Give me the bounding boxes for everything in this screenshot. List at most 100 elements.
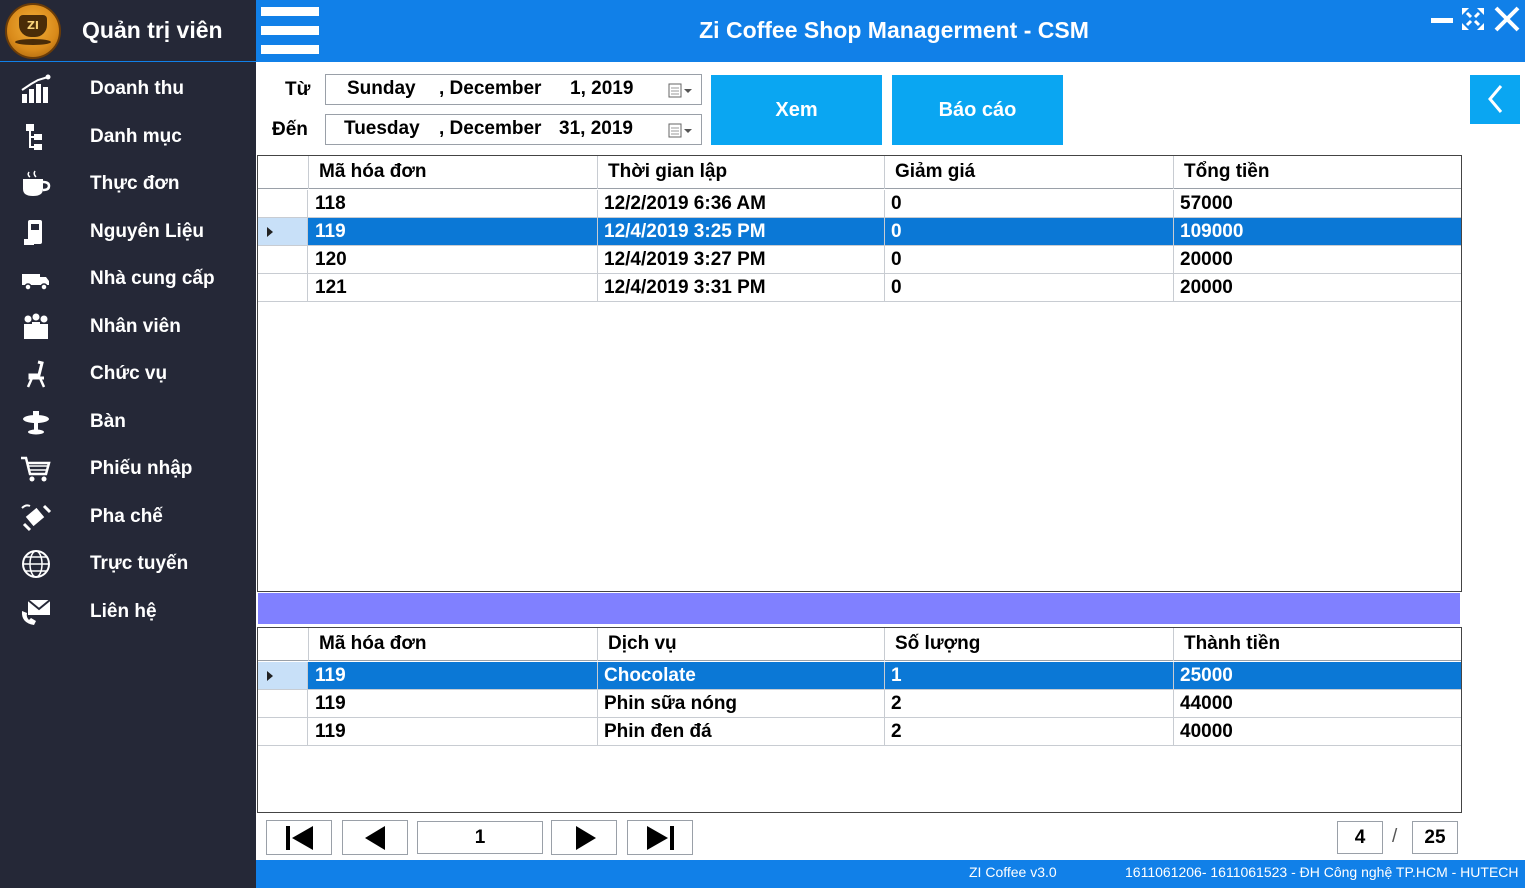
cell-invoice-id: 121 [309, 274, 598, 301]
sidebar-item-phieu-nhap[interactable]: Phiếu nhập [0, 446, 256, 492]
from-day-year: 1, 2019 [570, 78, 634, 99]
table-row[interactable]: 118 12/2/2019 6:36 AM 0 57000 [258, 190, 1461, 218]
cart-icon [18, 454, 54, 484]
collapse-panel-button[interactable] [1470, 75, 1520, 124]
sidebar-item-danh-muc[interactable]: Danh mục [0, 114, 256, 160]
cell-quantity: 2 [885, 690, 1174, 717]
sidebar-item-label: Chức vụ [90, 363, 168, 384]
row-header[interactable] [258, 718, 308, 745]
last-page-button[interactable] [627, 820, 693, 855]
tree-icon [18, 122, 54, 152]
first-page-button[interactable] [266, 820, 332, 855]
sidebar-item-thuc-don[interactable]: Thực đơn [0, 161, 256, 207]
row-header[interactable] [258, 274, 308, 301]
to-weekday: Tuesday [344, 118, 420, 139]
sidebar-item-lien-he[interactable]: Liên hệ [0, 589, 256, 635]
cell-total: 20000 [1180, 249, 1233, 270]
status-bar: ZI Coffee v3.0 1611061206- 1611061523 - … [256, 860, 1525, 888]
sidebar-item-nha-cung-cap[interactable]: Nhà cung cấp [0, 256, 256, 302]
row-header[interactable] [258, 662, 308, 689]
sidebar-item-label: Trực tuyến [90, 553, 189, 574]
close-button[interactable] [1493, 5, 1521, 33]
cell-amount: 25000 [1180, 665, 1233, 686]
table-row[interactable]: 119 Chocolate 1 25000 [258, 662, 1461, 690]
row-header[interactable] [258, 218, 308, 245]
play-right-icon [576, 826, 596, 850]
sidebar-item-label: Danh mục [90, 126, 182, 147]
app-title: Zi Coffee Shop Managerment - CSM [699, 17, 1089, 43]
sidebar-item-nhan-vien[interactable]: Nhân viên [0, 304, 256, 350]
cell-discount: 0 [885, 218, 1174, 245]
sidebar-item-label: Nguyên Liệu [90, 221, 205, 242]
cell-invoice-id: 119 [309, 218, 598, 245]
skip-first-icon [286, 826, 313, 850]
report-button[interactable]: Báo cáo [892, 75, 1063, 145]
column-header[interactable]: Giảm giá [885, 156, 1174, 189]
column-header[interactable]: Mã hóa đơn [309, 628, 598, 661]
chevron-left-icon [1488, 85, 1503, 113]
cell-discount: 0 [885, 246, 1174, 273]
from-weekday: Sunday [347, 78, 416, 99]
sidebar-header: ZI Quản trị viên [0, 0, 256, 62]
cell-invoice-id: 118 [309, 190, 598, 217]
next-page-button[interactable] [551, 820, 617, 855]
sidebar-item-doanh-thu[interactable]: Doanh thu [0, 66, 256, 112]
detail-grid-header: Mã hóa đơn Dịch vụ Số lượng Thành tiền [258, 628, 1461, 661]
table-row[interactable]: 121 12/4/2019 3:31 PM 0 20000 [258, 274, 1461, 302]
row-header-corner [258, 628, 309, 661]
column-header[interactable]: Thời gian lập [598, 156, 885, 189]
to-month: , December [439, 118, 542, 139]
cell-amount: 44000 [1180, 693, 1233, 714]
truck-icon [18, 264, 54, 294]
cell-service: Chocolate [598, 662, 885, 689]
to-date-picker[interactable]: Tuesday , December 31, 2019 [325, 114, 702, 145]
sidebar-item-label: Bàn [90, 411, 126, 432]
column-header[interactable]: Số lượng [885, 628, 1174, 661]
sidebar-item-chuc-vu[interactable]: Chức vụ [0, 351, 256, 397]
cell-invoice-id: 119 [309, 690, 598, 717]
row-header-corner [258, 156, 309, 189]
sidebar-item-truc-tuyen[interactable]: Trực tuyến [0, 541, 256, 587]
maximize-button[interactable] [1459, 5, 1487, 33]
cell-invoice-id: 119 [309, 662, 598, 689]
minimize-button[interactable] [1429, 5, 1457, 33]
column-header[interactable]: Mã hóa đơn [309, 156, 598, 189]
table-row[interactable]: 120 12/4/2019 3:27 PM 0 20000 [258, 246, 1461, 274]
sidebar-item-nguyen-lieu[interactable]: Nguyên Liệu [0, 209, 256, 255]
current-page-input[interactable]: 1 [417, 821, 543, 854]
column-header[interactable]: Tổng tiền [1174, 156, 1461, 189]
calendar-dropdown-icon[interactable] [668, 83, 696, 99]
previous-page-button[interactable] [342, 820, 408, 855]
to-day-year: 31, 2019 [559, 118, 633, 139]
table-row[interactable]: 119 Phin sữa nóng 2 44000 [258, 690, 1461, 718]
row-header[interactable] [258, 690, 308, 717]
cell-created-time: 12/4/2019 3:27 PM [598, 246, 885, 273]
invoice-grid[interactable]: Mã hóa đơn Thời gian lập Giảm giá Tổng t… [257, 155, 1462, 592]
table-row[interactable]: 119 Phin đen đá 2 40000 [258, 718, 1461, 746]
column-header[interactable]: Dịch vụ [598, 628, 885, 661]
from-date-picker[interactable]: Sunday , December 1, 2019 [325, 74, 702, 105]
row-header[interactable] [258, 190, 308, 217]
table-row[interactable]: 119 12/4/2019 3:25 PM 0 109000 [258, 218, 1461, 246]
coffee-cup-icon [18, 169, 54, 199]
sidebar-item-pha-che[interactable]: Pha chế [0, 494, 256, 540]
chair-icon [18, 359, 54, 389]
sidebar-item-label: Liên hệ [90, 601, 157, 622]
column-header[interactable]: Thành tiền [1174, 628, 1461, 661]
credit-text: 1611061206- 1611061523 - ĐH Công nghệ TP… [1125, 864, 1519, 880]
cell-created-time: 12/4/2019 3:25 PM [598, 218, 885, 245]
sidebar-item-label: Thực đơn [90, 173, 180, 194]
splitter-bar[interactable] [258, 593, 1460, 624]
play-left-icon [365, 826, 385, 850]
invoice-detail-grid[interactable]: Mã hóa đơn Dịch vụ Số lượng Thành tiền 1… [257, 627, 1462, 813]
people-icon [18, 312, 54, 342]
calendar-dropdown-icon[interactable] [668, 123, 696, 139]
row-header[interactable] [258, 246, 308, 273]
sidebar-item-ban[interactable]: Bàn [0, 399, 256, 445]
cell-service: Phin sữa nóng [598, 690, 885, 717]
logo-text: ZI [19, 15, 47, 37]
cell-invoice-id: 120 [309, 246, 598, 273]
view-button[interactable]: Xem [711, 75, 882, 145]
cell-total: 109000 [1180, 221, 1244, 242]
sidebar-item-label: Phiếu nhập [90, 458, 193, 479]
